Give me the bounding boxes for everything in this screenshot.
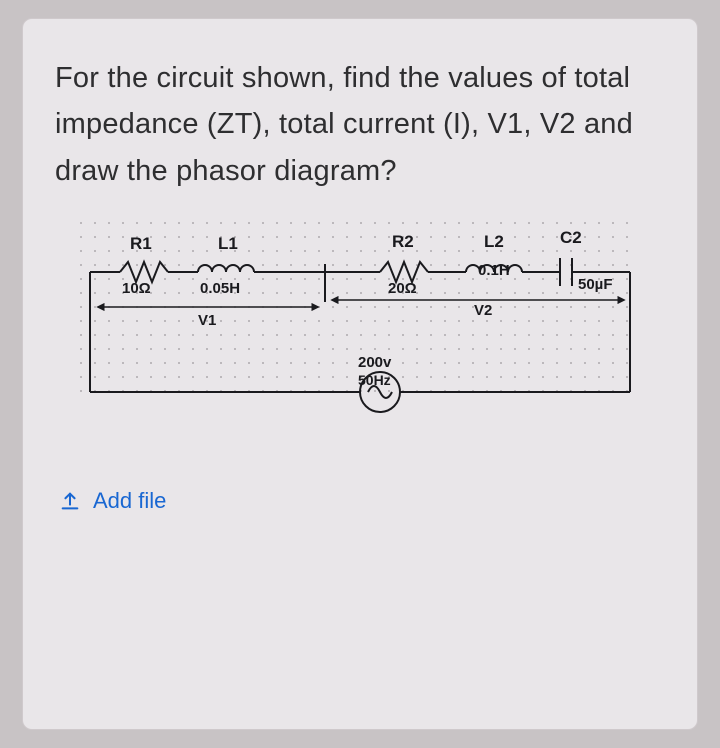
add-file-button[interactable]: Add file bbox=[55, 482, 170, 520]
question-text: For the circuit shown, find the values o… bbox=[55, 55, 665, 194]
circuit-svg bbox=[80, 222, 640, 442]
value-R2: 20Ω bbox=[388, 280, 417, 297]
value-L2: 0.1H bbox=[478, 262, 510, 279]
label-C2: C2 bbox=[560, 228, 582, 248]
value-L1: 0.05H bbox=[200, 280, 240, 297]
source-voltage: 200v bbox=[358, 354, 391, 371]
add-file-label: Add file bbox=[93, 488, 166, 514]
label-V2: V2 bbox=[474, 302, 492, 319]
upload-icon bbox=[59, 490, 81, 512]
label-R1: R1 bbox=[130, 234, 152, 254]
value-R1: 10Ω bbox=[122, 280, 151, 297]
label-V1: V1 bbox=[198, 312, 216, 329]
value-C2: 50µF bbox=[578, 276, 613, 293]
label-R2: R2 bbox=[392, 232, 414, 252]
label-L2: L2 bbox=[484, 232, 504, 252]
circuit-diagram: R1 10Ω L1 0.05H R2 20Ω L2 0.1H C2 50µF V… bbox=[80, 222, 640, 442]
question-card: For the circuit shown, find the values o… bbox=[22, 18, 698, 730]
label-L1: L1 bbox=[218, 234, 238, 254]
source-frequency: 50Hz bbox=[358, 372, 391, 388]
